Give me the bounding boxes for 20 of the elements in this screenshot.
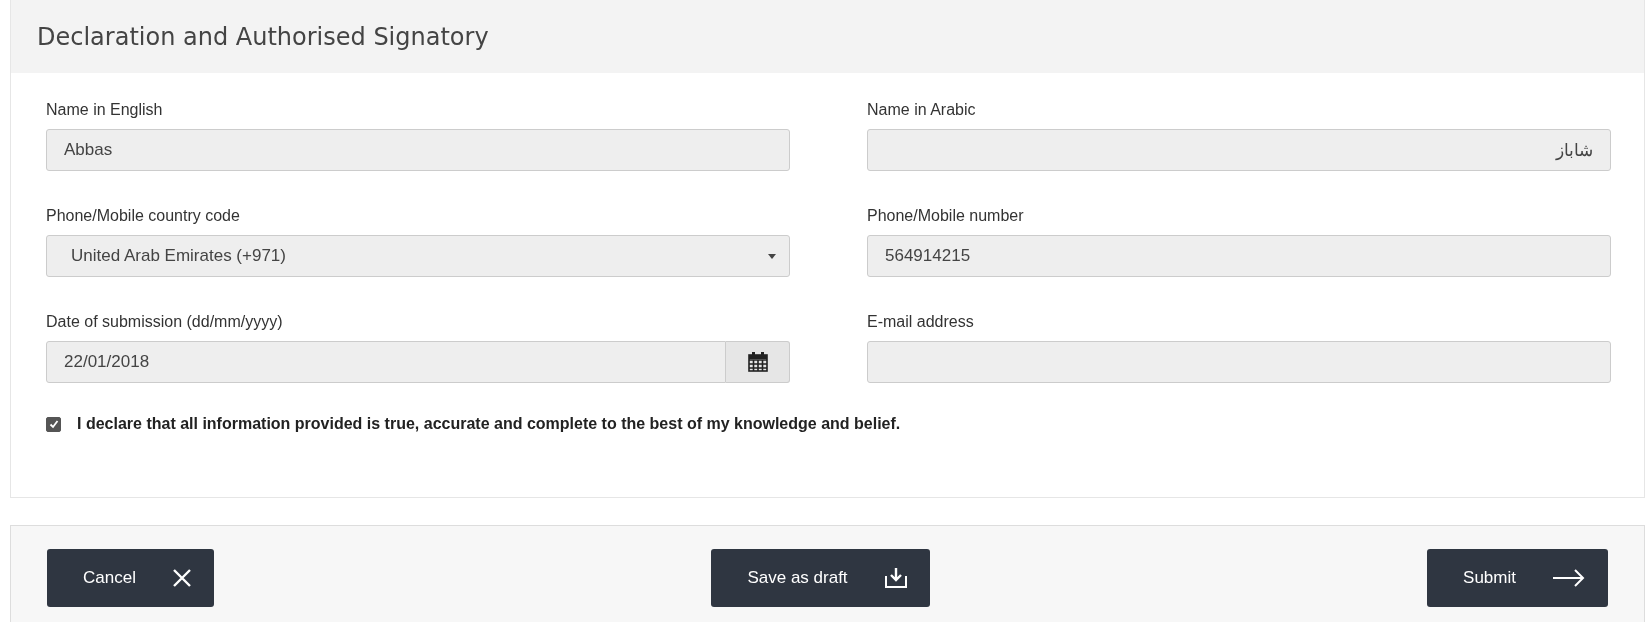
section-title: Declaration and Authorised Signatory bbox=[37, 22, 489, 51]
declaration-text: I declare that all information provided is true, accurate and complete to the best of my knowledge and belief. bbox=[77, 415, 901, 433]
download-icon bbox=[883, 567, 908, 589]
close-icon bbox=[171, 568, 192, 588]
field-label: Phone/Mobile number bbox=[867, 207, 1025, 225]
select-value: United Arab Emirates (+971) bbox=[71, 246, 286, 266]
calendar-button[interactable] bbox=[726, 341, 790, 383]
field-label: Date of submission (dd/mm/yyyy) bbox=[46, 313, 284, 331]
save-draft-button[interactable]: Save as draft bbox=[711, 549, 930, 607]
cancel-button[interactable]: Cancel bbox=[47, 549, 214, 607]
field-label: Phone/Mobile country code bbox=[46, 207, 241, 225]
caret-icon bbox=[768, 253, 776, 259]
field-label: Name in English bbox=[46, 101, 164, 119]
field-label: Name in Arabic bbox=[867, 101, 977, 119]
calendar-icon bbox=[746, 351, 769, 373]
field-label: E-mail address bbox=[867, 313, 975, 331]
select-field[interactable]: United Arab Emirates (+971) bbox=[46, 235, 790, 277]
submit-button[interactable]: Submit bbox=[1427, 549, 1608, 607]
checkbox[interactable] bbox=[46, 416, 61, 432]
arrow-right-icon bbox=[1552, 568, 1586, 588]
